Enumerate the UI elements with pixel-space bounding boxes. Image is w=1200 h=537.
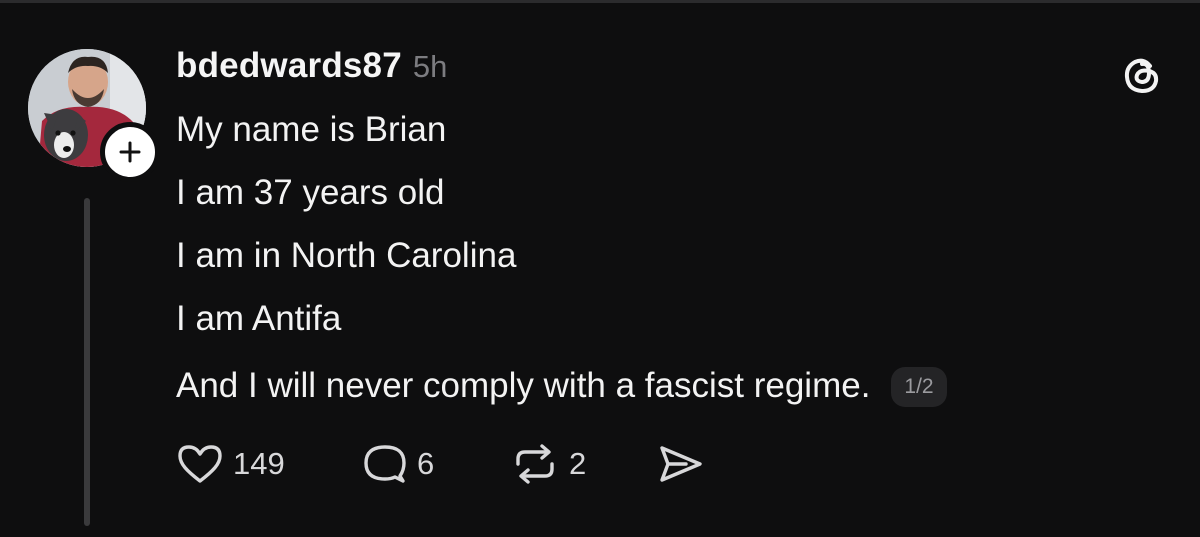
- send-icon: [660, 446, 702, 482]
- post-line: My name is Brian: [176, 110, 447, 149]
- username-link[interactable]: bdedwards87: [176, 46, 402, 86]
- share-button[interactable]: [656, 442, 704, 486]
- post-line: And I will never comply with a fascist r…: [176, 366, 871, 405]
- like-count: 149: [233, 446, 285, 481]
- repost-button[interactable]: 2: [510, 442, 586, 486]
- like-button[interactable]: 149: [176, 442, 285, 486]
- repost-count: 2: [569, 446, 587, 481]
- post-line: I am 37 years old: [176, 173, 445, 212]
- page-indicator-badge: 1/2: [891, 367, 947, 407]
- heart-icon: [178, 445, 222, 483]
- thread-connector-line: [84, 198, 90, 526]
- post-line-last: And I will never comply with a fascist r…: [176, 364, 947, 408]
- comment-bubble-icon: [364, 445, 406, 483]
- threads-logo-icon[interactable]: [1120, 52, 1164, 96]
- author-avatar-container[interactable]: [28, 49, 160, 182]
- top-divider: [0, 0, 1200, 3]
- repost-icon: [516, 444, 554, 484]
- reply-button[interactable]: 6: [362, 442, 434, 486]
- post-line: I am in North Carolina: [176, 236, 517, 275]
- reply-count: 6: [417, 446, 435, 481]
- post-timestamp[interactable]: 5h: [413, 49, 447, 85]
- follow-button[interactable]: [100, 122, 160, 182]
- post-header: bdedwards87 5h: [176, 46, 447, 86]
- post-line: I am Antifa: [176, 299, 342, 338]
- plus-icon: [119, 141, 141, 163]
